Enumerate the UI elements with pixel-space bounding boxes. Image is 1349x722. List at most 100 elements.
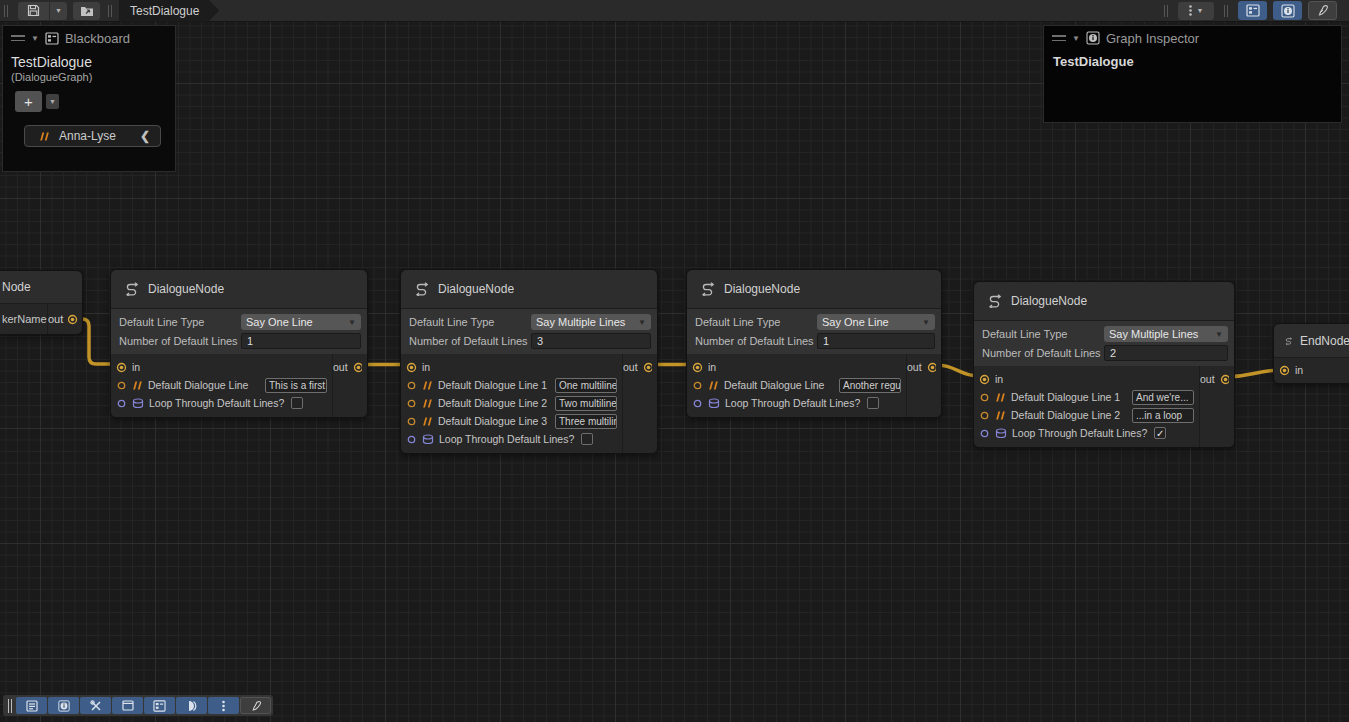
dialogue-node-1[interactable]: DialogueNode Default Line Type Say One L… <box>110 269 368 418</box>
loop-checkbox[interactable] <box>867 397 879 409</box>
save-icon <box>27 4 40 17</box>
inspector-graph-name: TestDialogue <box>1044 50 1341 73</box>
field-label: Number of Default Lines <box>982 347 1104 359</box>
line-type-dropdown[interactable]: Say One Line▼ <box>241 314 361 330</box>
loop-checkbox[interactable] <box>291 397 303 409</box>
add-property-dropdown[interactable]: ▼ <box>46 94 59 109</box>
save-dropdown-button[interactable]: ▼ <box>50 2 67 20</box>
tools-icon <box>90 700 102 712</box>
dialogue-line-input[interactable]: ...in a loop <box>1132 408 1194 423</box>
inspector-header[interactable]: ▼ Graph Inspector <box>1044 26 1341 50</box>
line-port[interactable] <box>116 380 127 391</box>
dialogue-node-3[interactable]: DialogueNode Default Line Type Say One L… <box>686 269 942 418</box>
overflow-menu-button[interactable] <box>208 697 239 714</box>
field-label: Number of Default Lines <box>409 335 531 347</box>
dialogue-line-input[interactable]: Another regu <box>839 378 901 393</box>
blackboard-icon <box>45 32 59 45</box>
tab-testdialogue[interactable]: TestDialogue <box>119 0 219 22</box>
add-property-button[interactable]: + <box>15 91 42 112</box>
blackboard-property[interactable]: Anna-Lyse ❮ <box>24 125 161 147</box>
port-label: Loop Through Default Lines? <box>439 433 574 445</box>
line-type-dropdown[interactable]: Say One Line▼ <box>817 314 935 330</box>
field-label: Default Line Type <box>695 316 817 328</box>
toggle-info-button[interactable] <box>48 697 79 714</box>
node-partial[interactable]: Node kerName out <box>0 270 83 335</box>
toggle-pen-button[interactable] <box>240 697 271 714</box>
in-port-label: in <box>132 361 140 373</box>
in-port[interactable] <box>406 362 417 373</box>
dialogue-node-4[interactable]: DialogueNode Default Line Type Say Multi… <box>973 281 1235 448</box>
save-button[interactable] <box>18 2 49 20</box>
dialogue-line-input[interactable]: And we're... <box>1132 390 1194 405</box>
port-label: Default Dialogue Line 2 <box>1011 409 1120 421</box>
toggle-preview-shape-button[interactable] <box>176 697 207 714</box>
quote-icon <box>422 381 433 390</box>
dialogue-line-input[interactable]: Three multilin <box>555 414 617 429</box>
loop-port[interactable] <box>979 428 990 439</box>
overflow-menu-button[interactable]: ▼ <box>1178 2 1214 20</box>
line-type-dropdown[interactable]: Say Multiple Lines▼ <box>1104 326 1228 342</box>
out-port[interactable] <box>643 362 652 373</box>
inspector-icon <box>1281 4 1295 18</box>
loop-port[interactable] <box>116 398 127 409</box>
node-title: DialogueNode <box>687 270 941 309</box>
toggle-preview-button[interactable] <box>1308 1 1337 20</box>
line-port[interactable] <box>406 398 417 409</box>
toggle-tools-button[interactable] <box>80 697 111 714</box>
toggle-menu-button[interactable] <box>16 697 47 714</box>
toggle-blackboard-button[interactable] <box>144 697 175 714</box>
panel-title-text: Blackboard <box>65 31 130 46</box>
quote-icon <box>708 381 719 390</box>
drag-handle-icon[interactable] <box>1052 35 1066 41</box>
line-port[interactable] <box>979 410 990 421</box>
num-lines-input[interactable]: 1 <box>817 333 935 349</box>
line-type-dropdown[interactable]: Say Multiple Lines▼ <box>531 314 651 330</box>
out-port[interactable] <box>353 362 362 373</box>
loop-checkbox[interactable] <box>581 433 593 445</box>
bottom-toolbar <box>3 695 273 716</box>
dialogue-node-2[interactable]: DialogueNode Default Line Type Say Multi… <box>400 269 658 454</box>
toggle-inspector-button[interactable] <box>1273 1 1302 20</box>
num-lines-input[interactable]: 1 <box>241 333 361 349</box>
line-port[interactable] <box>406 416 417 427</box>
out-port[interactable] <box>927 362 936 373</box>
out-port[interactable] <box>1220 374 1229 385</box>
dialogue-line-input[interactable]: This is a first <box>265 378 327 393</box>
out-port[interactable] <box>67 314 78 325</box>
drag-handle-icon[interactable] <box>11 35 25 41</box>
open-asset-button[interactable] <box>73 2 100 20</box>
toggle-window-button[interactable] <box>112 697 143 714</box>
loop-checkbox[interactable]: ✓ <box>1154 427 1166 439</box>
line-port[interactable] <box>406 380 417 391</box>
in-port[interactable] <box>116 362 127 373</box>
line-port[interactable] <box>979 392 990 403</box>
toolbar-drag-handle[interactable] <box>8 699 12 713</box>
blackboard-header[interactable]: ▼ Blackboard <box>3 26 175 50</box>
dialogue-line-input[interactable]: Two multiline <box>555 396 617 411</box>
in-port[interactable] <box>692 362 703 373</box>
graph-inspector-panel[interactable]: ▼ Graph Inspector TestDialogue <box>1043 25 1342 123</box>
num-lines-input[interactable]: 2 <box>1104 345 1228 361</box>
toolbar-drag-handle[interactable] <box>4 5 8 17</box>
collapse-triangle-icon[interactable]: ▼ <box>1072 34 1080 43</box>
dropdown-value: Say Multiple Lines <box>536 316 625 328</box>
end-node[interactable]: EndNode in <box>1273 323 1349 384</box>
loop-port[interactable] <box>406 434 417 445</box>
dialogue-line-input[interactable]: One multiline <box>555 378 617 393</box>
in-port[interactable] <box>979 374 990 385</box>
blackboard-icon <box>153 700 166 712</box>
dialogue-node-icon <box>986 294 1003 308</box>
loop-port[interactable] <box>692 398 703 409</box>
in-port[interactable] <box>1279 365 1290 376</box>
line-port[interactable] <box>692 380 703 391</box>
property-name: Anna-Lyse <box>59 129 116 143</box>
blackboard-panel[interactable]: ▼ Blackboard TestDialogue (DialogueGraph… <box>2 25 176 172</box>
quote-icon <box>422 417 433 426</box>
toolbar-separator <box>1224 5 1228 17</box>
num-lines-input[interactable]: 3 <box>531 333 651 349</box>
chevron-left-icon[interactable]: ❮ <box>140 129 150 143</box>
collapse-triangle-icon[interactable]: ▼ <box>31 34 39 43</box>
field-label: Default Line Type <box>982 328 1104 340</box>
tab-label: TestDialogue <box>130 4 199 18</box>
toggle-blackboard-button[interactable] <box>1238 1 1267 20</box>
